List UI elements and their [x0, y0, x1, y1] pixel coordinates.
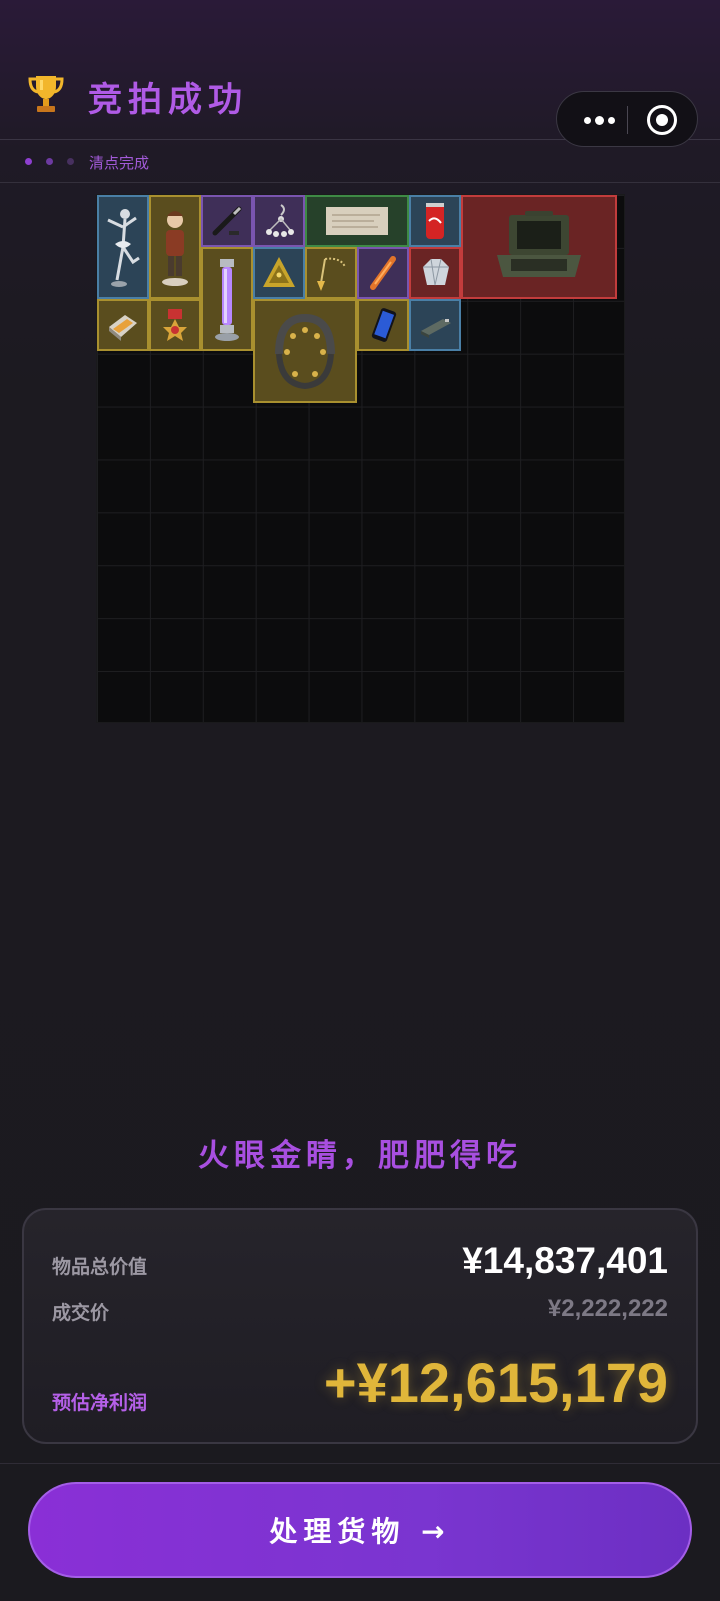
item-usb-drive[interactable]	[409, 299, 461, 351]
total-value: ¥14,837,401	[462, 1240, 668, 1281]
item-old-document[interactable]	[305, 195, 409, 247]
item-medal[interactable]	[149, 299, 201, 351]
trophy-icon	[28, 76, 64, 112]
item-uv-lamp-tube[interactable]	[201, 247, 253, 351]
item-ballerina-figurine[interactable]	[97, 195, 149, 299]
slogan-text: 火眼金睛，肥肥得吃	[198, 1138, 522, 1174]
process-goods-button[interactable]: 处理货物 →	[28, 1482, 692, 1578]
step-label: 清点完成	[89, 154, 150, 172]
mini-program-capsule	[556, 91, 698, 147]
item-pyramid[interactable]	[253, 247, 305, 299]
step-dot-1	[25, 158, 32, 165]
item-military-laptop-case[interactable]	[461, 195, 617, 299]
summary-card: 物品总价值 ¥14,837,401 成交价 ¥2,222,222 预估净利润 +…	[22, 1208, 698, 1444]
total-value-label: 物品总价值	[52, 1256, 148, 1278]
item-headset-device[interactable]	[253, 299, 357, 403]
page-header: 竞拍成功	[0, 0, 720, 147]
progress-steps: 清点完成	[0, 141, 720, 183]
capsule-divider	[627, 106, 628, 134]
target-circle-icon[interactable]	[647, 105, 677, 135]
item-diamond[interactable]	[409, 247, 461, 299]
inventory-grid	[96, 194, 625, 723]
item-orange-stick[interactable]	[357, 247, 409, 299]
item-cola-can[interactable]	[409, 195, 461, 247]
item-earring[interactable]	[253, 195, 305, 247]
item-pen[interactable]	[201, 195, 253, 247]
item-boy-figurine[interactable]	[149, 195, 201, 299]
deal-price-label: 成交价	[52, 1302, 110, 1324]
item-smartphone[interactable]	[357, 299, 409, 351]
net-profit-label: 预估净利润	[52, 1392, 148, 1414]
footer-divider	[0, 1463, 720, 1464]
deal-price-value: ¥2,222,222	[547, 1295, 668, 1322]
item-gold-bars[interactable]	[97, 299, 149, 351]
net-profit-value: +¥12,615,179	[323, 1351, 668, 1414]
step-dot-3	[67, 158, 74, 165]
step-dot-2	[46, 158, 53, 165]
item-pendulum-pendant[interactable]	[305, 247, 357, 299]
more-dots-icon[interactable]	[575, 92, 627, 148]
page-title: 竞拍成功	[88, 80, 248, 120]
